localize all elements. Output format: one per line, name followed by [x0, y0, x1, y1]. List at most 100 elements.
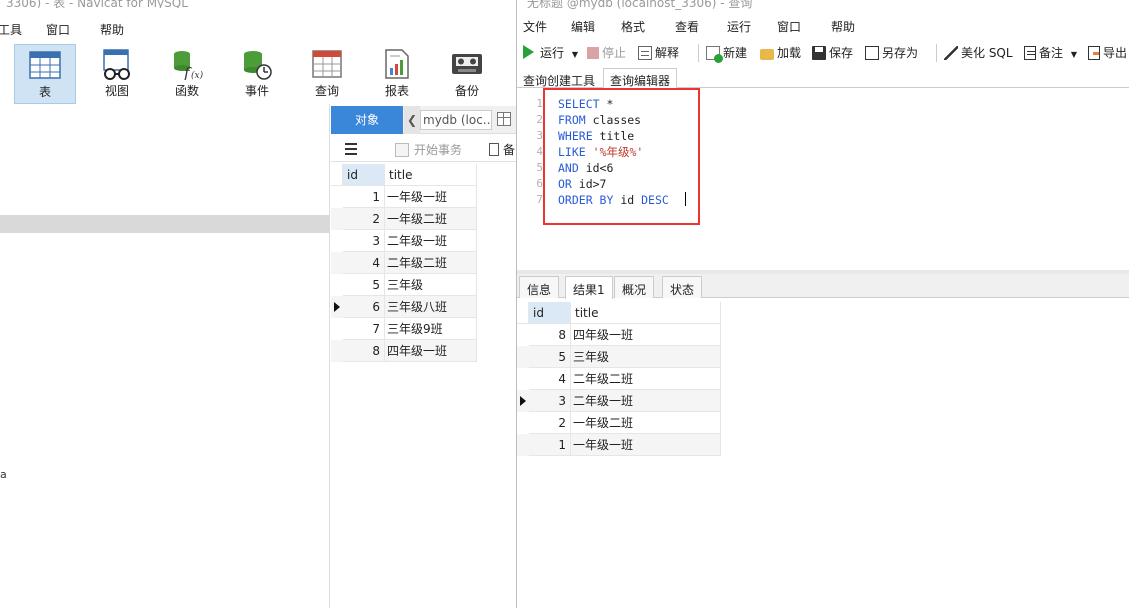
row-marker [331, 252, 341, 274]
chevron-left-icon[interactable]: ❮ [404, 106, 420, 134]
table-row[interactable]: 3 二年级一班 [517, 390, 721, 412]
cell-id[interactable]: 6 [343, 296, 385, 318]
cell-title[interactable]: 四年级一班 [571, 324, 721, 346]
cell-id[interactable]: 5 [529, 346, 571, 368]
tab-query-builder[interactable]: 查询创建工具 [517, 69, 601, 89]
tab-info[interactable]: 信息 [519, 276, 560, 298]
cell-title[interactable]: 一年级一班 [385, 186, 477, 208]
cell-title[interactable]: 二年级一班 [385, 230, 477, 252]
cell-title[interactable]: 一年级一班 [571, 434, 721, 456]
note-button-cut[interactable]: 备 [489, 141, 515, 158]
export-button[interactable]: 导出 [1088, 44, 1127, 61]
function-button[interactable]: f (x) 函数 [156, 44, 218, 104]
query-button[interactable]: 查询 [296, 44, 358, 104]
new-button[interactable]: 新建 [706, 44, 747, 63]
beautify-sql-button[interactable]: 美化 SQL [944, 44, 1013, 61]
menu-help[interactable]: 帮助 [100, 21, 124, 38]
cell-id[interactable]: 7 [343, 318, 385, 340]
table-button-label: 表 [38, 85, 51, 99]
cell-id[interactable]: 1 [529, 434, 571, 456]
cell-id[interactable]: 8 [529, 324, 571, 346]
table-row[interactable]: 8 四年级一班 [331, 340, 477, 362]
menu-edit[interactable]: 编辑 [571, 18, 595, 35]
chevron-down-icon[interactable]: ▼ [572, 50, 578, 59]
cell-title[interactable]: 二年级二班 [385, 252, 477, 274]
object-tab[interactable]: 对象 [331, 106, 403, 134]
table-row[interactable]: 5 三年级 [331, 274, 477, 296]
sql-editor[interactable]: 1 SELECT * 2 FROM classes 3 WHERE title 4 LIKE … [517, 88, 1129, 268]
cell-title[interactable]: 三年级9班 [385, 318, 477, 340]
note-label-cut: 备 [503, 143, 516, 157]
export-label: 导出 [1103, 46, 1128, 60]
cell-id[interactable]: 3 [529, 390, 571, 412]
table-row[interactable]: 3 二年级一班 [331, 230, 477, 252]
cell-title[interactable]: 四年级一班 [385, 340, 477, 362]
table-row[interactable]: 1 一年级一班 [331, 186, 477, 208]
load-button[interactable]: 加载 [760, 44, 801, 61]
table-row[interactable]: 7 三年级9班 [331, 318, 477, 340]
report-button[interactable]: 报表 [366, 44, 428, 104]
begin-transaction-button[interactable]: 开始事务 [395, 141, 462, 158]
cell-id[interactable]: 2 [343, 208, 385, 230]
menu-run[interactable]: 运行 [727, 18, 751, 35]
table-row[interactable]: 4 二年级二班 [517, 368, 721, 390]
explain-button[interactable]: 解释 [638, 44, 679, 61]
row-marker [331, 208, 341, 230]
column-header-title[interactable]: title [571, 302, 721, 324]
table-row[interactable]: 5 三年级 [517, 346, 721, 368]
column-header-id[interactable]: id [343, 164, 385, 186]
tab-status[interactable]: 状态 [662, 276, 703, 298]
menu-window[interactable]: 窗口 [46, 21, 70, 38]
cell-title[interactable]: 二年级一班 [571, 390, 721, 412]
chevron-down-icon[interactable]: ▼ [1071, 50, 1077, 59]
cell-id[interactable]: 8 [343, 340, 385, 362]
cell-title[interactable]: 三年级 [571, 346, 721, 368]
menu-icon[interactable] [345, 143, 357, 155]
table-button[interactable]: 表 [14, 44, 76, 104]
column-header-title[interactable]: title [385, 164, 477, 186]
backup-button[interactable]: 备份 [436, 44, 498, 104]
row-marker [517, 434, 527, 456]
stop-button[interactable]: 停止 [587, 44, 626, 61]
column-header-id[interactable]: id [529, 302, 571, 324]
cell-id[interactable]: 2 [529, 412, 571, 434]
menu-view[interactable]: 查看 [675, 18, 699, 35]
cell-title[interactable]: 一年级二班 [385, 208, 477, 230]
navigation-selected-row[interactable] [0, 215, 330, 233]
table-row[interactable]: 6 三年级八班 [331, 296, 477, 318]
cell-id[interactable]: 5 [343, 274, 385, 296]
database-selector[interactable]: mydb (loc... [420, 110, 492, 130]
tab-result1[interactable]: 结果1 [565, 276, 613, 299]
cell-id[interactable]: 1 [343, 186, 385, 208]
menu-help[interactable]: 帮助 [831, 18, 855, 35]
function-icon: f (x) [174, 51, 204, 80]
view-button[interactable]: 视图 [86, 44, 148, 104]
table-row[interactable]: 2 一年级二班 [517, 412, 721, 434]
cell-title[interactable]: 三年级八班 [385, 296, 477, 318]
result-tabs: 信息 结果1 概况 状态 [517, 274, 1129, 299]
navigation-pane[interactable] [0, 104, 330, 608]
comment-button[interactable]: 备注 ▼ [1024, 44, 1077, 61]
cell-title[interactable]: 三年级 [385, 274, 477, 296]
grid-view-icon[interactable] [497, 112, 511, 126]
save-as-button[interactable]: 另存为 [865, 44, 918, 61]
cell-id[interactable]: 4 [529, 368, 571, 390]
table-row[interactable]: 4 二年级二班 [331, 252, 477, 274]
table-row[interactable]: 2 一年级二班 [331, 208, 477, 230]
menu-file[interactable]: 文件 [523, 18, 547, 35]
tab-overview[interactable]: 概况 [614, 276, 655, 298]
event-button[interactable]: 事件 [226, 44, 288, 104]
cell-title[interactable]: 一年级二班 [571, 412, 721, 434]
menu-format[interactable]: 格式 [621, 18, 645, 35]
tab-query-editor[interactable]: 查询编辑器 [603, 68, 678, 88]
table-row[interactable]: 1 一年级一班 [517, 434, 721, 456]
cell-id[interactable]: 4 [343, 252, 385, 274]
run-button[interactable]: 运行 ▼ [523, 44, 578, 61]
table-row[interactable]: 8 四年级一班 [517, 324, 721, 346]
cell-id[interactable]: 3 [343, 230, 385, 252]
save-button[interactable]: 保存 [812, 44, 853, 61]
menu-window[interactable]: 窗口 [777, 18, 801, 35]
menu-tools[interactable]: 工具 [0, 21, 22, 38]
cell-title[interactable]: 二年级二班 [571, 368, 721, 390]
row-marker [331, 186, 341, 208]
